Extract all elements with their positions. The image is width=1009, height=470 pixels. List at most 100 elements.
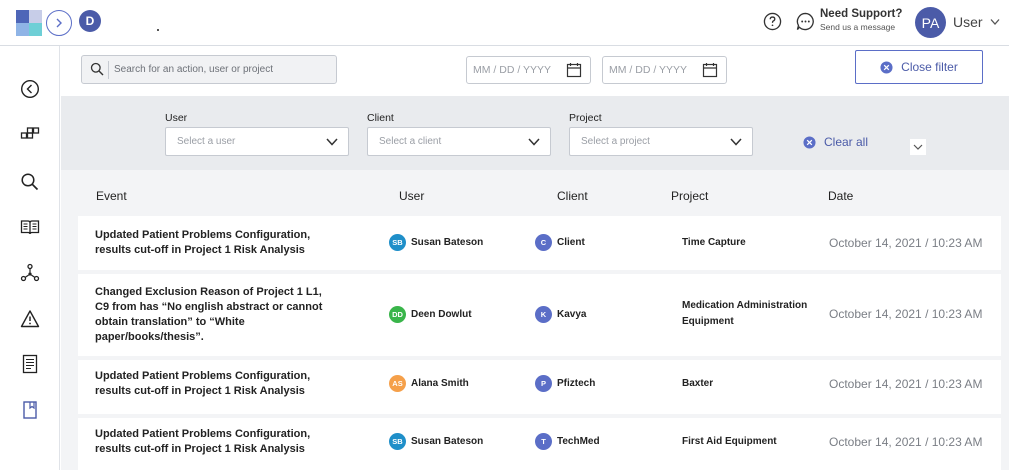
search-input[interactable] xyxy=(114,56,334,83)
event-text: Updated Patient Problems Configuration, … xyxy=(95,370,311,397)
table-row[interactable]: Updated Patient Problems Configuration, … xyxy=(78,216,1001,270)
activity-table: Event User Client Project Date Updated P… xyxy=(61,170,1009,470)
close-circle-icon xyxy=(880,60,893,74)
client-filter-label: Client xyxy=(367,112,394,124)
event-text: Updated Patient Problems Configuration, … xyxy=(95,428,311,455)
user-cell: DD Deen Dowlut xyxy=(389,306,472,323)
logo-tile xyxy=(29,10,42,23)
support-link[interactable]: Need Support? Send us a message xyxy=(796,8,903,32)
modules-icon[interactable] xyxy=(19,124,41,146)
table-row[interactable]: Updated Patient Problems Configuration, … xyxy=(78,418,1001,470)
table-row[interactable]: Updated Patient Problems Configuration, … xyxy=(78,360,1001,414)
date-to-field[interactable] xyxy=(602,56,727,84)
project-select[interactable]: Select a project xyxy=(569,127,753,156)
sidebar xyxy=(0,46,60,470)
network-icon[interactable] xyxy=(19,262,41,284)
event-date: October 14, 2021 / 10:23 AM xyxy=(829,236,983,250)
client-name: TechMed xyxy=(557,436,600,447)
user-name: Susan Bateson xyxy=(411,237,484,248)
project-name: Baxter xyxy=(682,378,714,389)
user-cell: SB Susan Bateson xyxy=(389,234,483,251)
project-name: Time Capture xyxy=(682,237,746,248)
search-icon[interactable] xyxy=(19,171,41,193)
client-avatar: C xyxy=(535,234,552,251)
app-logo[interactable] xyxy=(16,10,42,36)
date-from-input[interactable] xyxy=(473,57,563,83)
client-name: Pfiztech xyxy=(557,378,596,389)
logo-tile xyxy=(29,23,42,36)
back-circle-icon[interactable] xyxy=(19,78,41,100)
help-icon[interactable] xyxy=(763,12,782,31)
client-avatar: K xyxy=(535,306,552,323)
event-date: October 14, 2021 / 10:23 AM xyxy=(829,307,983,321)
date-from-field[interactable] xyxy=(466,56,591,84)
client-avatar: T xyxy=(535,433,552,450)
user-avatar: AS xyxy=(389,375,406,392)
user-filter-label: User xyxy=(165,112,188,124)
user-select[interactable]: Select a user xyxy=(165,127,349,156)
table-row[interactable]: Changed Exclusion Reason of Project 1 L1… xyxy=(78,274,1001,356)
user-name: Alana Smith xyxy=(411,378,469,389)
client-cell: P Pfiztech xyxy=(535,375,595,392)
toolbar: Close filter xyxy=(61,46,1009,96)
chevron-down-icon xyxy=(913,144,923,150)
project-filter-label: Project xyxy=(569,112,602,124)
client-name: Client xyxy=(557,237,585,248)
search-icon xyxy=(90,62,104,76)
client-cell: K Kavya xyxy=(535,306,586,323)
client-select[interactable]: Select a client xyxy=(367,127,551,156)
support-subtitle: Send us a message xyxy=(820,21,896,32)
project-name: Medication Administration Equipment xyxy=(682,300,808,327)
clear-all-label: Clear all xyxy=(824,135,869,149)
user-avatar: DD xyxy=(389,306,406,323)
filter-panel: User Select a user Client Select a clien… xyxy=(61,96,1009,170)
search-divider xyxy=(108,61,109,79)
user-cell: SB Susan Bateson xyxy=(389,433,483,450)
book-icon[interactable] xyxy=(19,216,41,238)
client-avatar: P xyxy=(535,375,552,392)
chevron-down-icon xyxy=(326,138,338,146)
expand-sidebar-button[interactable] xyxy=(46,10,72,36)
project-name: First Aid Equipment xyxy=(682,436,777,447)
event-text: Updated Patient Problems Configuration, … xyxy=(95,229,311,256)
chevron-down-icon xyxy=(730,138,742,146)
close-circle-icon xyxy=(803,135,816,149)
user-avatar[interactable]: PA xyxy=(915,7,946,38)
column-header-event[interactable]: Event xyxy=(96,189,127,203)
support-title: Need Support? xyxy=(820,8,903,20)
column-header-date[interactable]: Date xyxy=(828,189,853,203)
close-filter-button[interactable]: Close filter xyxy=(855,50,983,84)
logo-tile xyxy=(16,23,29,36)
document-list-icon[interactable] xyxy=(19,353,41,375)
calendar-icon[interactable] xyxy=(566,62,582,78)
chevron-down-icon[interactable] xyxy=(990,18,1000,26)
column-header-project[interactable]: Project xyxy=(671,189,708,203)
column-header-user[interactable]: User xyxy=(399,189,424,203)
calendar-icon[interactable] xyxy=(702,62,718,78)
collapse-filter-button[interactable] xyxy=(910,139,926,155)
column-header-client[interactable]: Client xyxy=(557,189,588,203)
warning-icon[interactable] xyxy=(19,308,41,330)
chevron-down-icon xyxy=(528,138,540,146)
project-select-placeholder: Select a project xyxy=(581,136,650,147)
event-date: October 14, 2021 / 10:23 AM xyxy=(829,377,983,391)
event-text: Changed Exclusion Reason of Project 1 L1… xyxy=(95,286,323,343)
user-avatar: SB xyxy=(389,234,406,251)
user-avatar: SB xyxy=(389,433,406,450)
top-bar: D Need Support? Send us a message PA Use… xyxy=(0,0,1009,46)
user-menu-label[interactable]: User xyxy=(953,14,983,30)
separator-dot xyxy=(157,29,159,31)
chevron-right-icon xyxy=(56,18,62,28)
date-to-input[interactable] xyxy=(609,57,699,83)
client-select-placeholder: Select a client xyxy=(379,136,442,147)
client-cell: C Client xyxy=(535,234,585,251)
client-cell: T TechMed xyxy=(535,433,600,450)
bookmark-icon[interactable] xyxy=(19,399,41,421)
workspace-avatar[interactable]: D xyxy=(79,10,101,32)
clear-all-button[interactable]: Clear all xyxy=(803,135,868,149)
client-name: Kavya xyxy=(557,309,587,320)
user-name: Deen Dowlut xyxy=(411,309,472,320)
user-cell: AS Alana Smith xyxy=(389,375,469,392)
search-field[interactable] xyxy=(81,55,337,84)
user-name: Susan Bateson xyxy=(411,436,484,447)
